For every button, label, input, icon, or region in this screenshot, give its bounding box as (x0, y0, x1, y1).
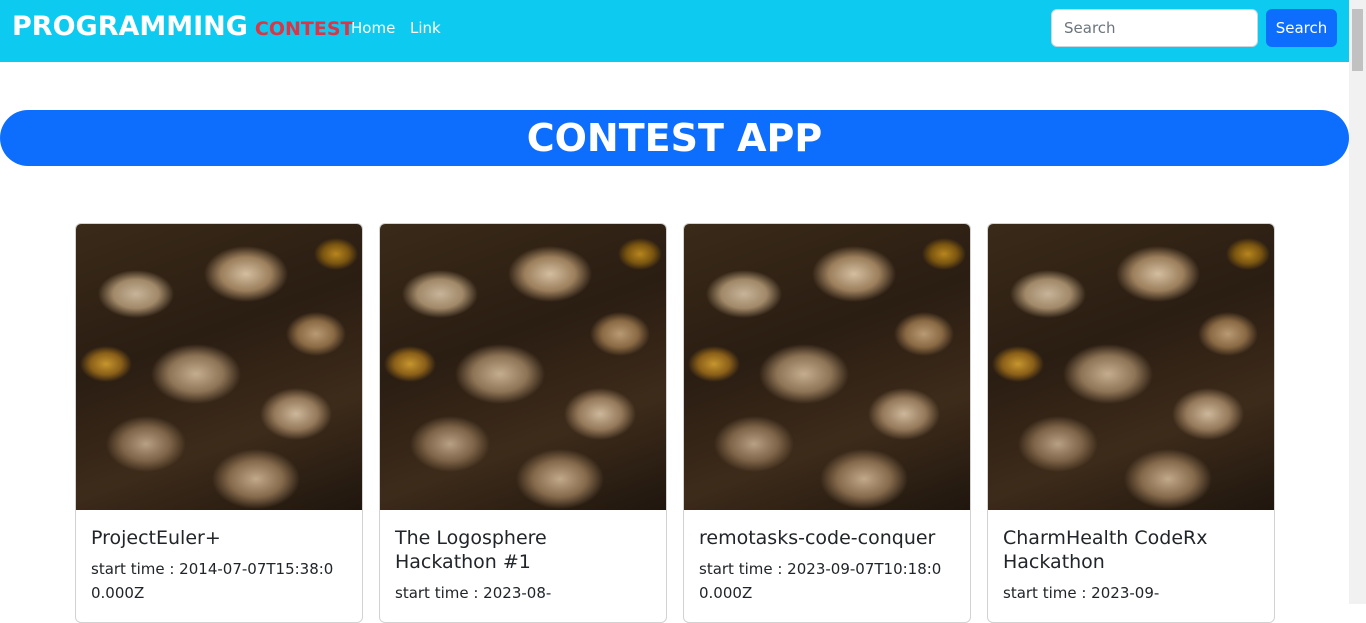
brand-accent-text: CONTEST (254, 18, 354, 40)
contest-app-banner: CONTEST APP (0, 110, 1349, 166)
scrollbar-thumb[interactable] (1352, 9, 1363, 71)
contest-card[interactable]: CharmHealth CodeRx Hackathon start time … (987, 223, 1275, 623)
contest-card-image (988, 224, 1274, 510)
search-button[interactable]: Search (1266, 9, 1337, 47)
contest-card[interactable]: remotasks-code-conquer start time : 2023… (683, 223, 971, 623)
contest-card-image (76, 224, 362, 510)
contest-card-body: ProjectEuler+ start time : 2014-07-07T15… (76, 510, 362, 621)
brand-main-text: PROGRAMMING (12, 11, 248, 42)
contest-card-title: ProjectEuler+ (91, 527, 221, 549)
contest-card[interactable]: The Logosphere Hackathon #1 start time :… (379, 223, 667, 623)
contest-start-time: start time : 2023-09- (1003, 584, 1160, 602)
contest-start-time: start time : 2014-07-07T15:38:00.000Z (91, 560, 334, 602)
top-navbar: PROGRAMMING CONTEST Home Link Search (0, 0, 1349, 62)
search-input[interactable] (1051, 9, 1258, 47)
contest-start-time: start time : 2023-09-07T10:18:00.000Z (699, 560, 942, 602)
contest-card-title: remotasks-code-conquer (699, 527, 936, 549)
contest-start-time: start time : 2023-08- (395, 584, 552, 602)
nav-link-link[interactable]: Link (410, 19, 441, 37)
contest-card-title: The Logosphere Hackathon #1 (395, 527, 547, 573)
contest-card-body: CharmHealth CodeRx Hackathon start time … (988, 510, 1274, 621)
contest-card-title: CharmHealth CodeRx Hackathon (1003, 527, 1208, 573)
contest-card-body: remotasks-code-conquer start time : 2023… (684, 510, 970, 621)
contest-card-image (684, 224, 970, 510)
contest-card-body: The Logosphere Hackathon #1 start time :… (380, 510, 666, 621)
page-title: CONTEST APP (526, 116, 823, 160)
contest-card[interactable]: ProjectEuler+ start time : 2014-07-07T15… (75, 223, 363, 623)
nav-link-home[interactable]: Home (351, 19, 395, 37)
contest-card-image (380, 224, 666, 510)
brand-logo[interactable]: PROGRAMMING CONTEST (12, 11, 354, 42)
page-scrollbar[interactable] (1349, 0, 1366, 604)
